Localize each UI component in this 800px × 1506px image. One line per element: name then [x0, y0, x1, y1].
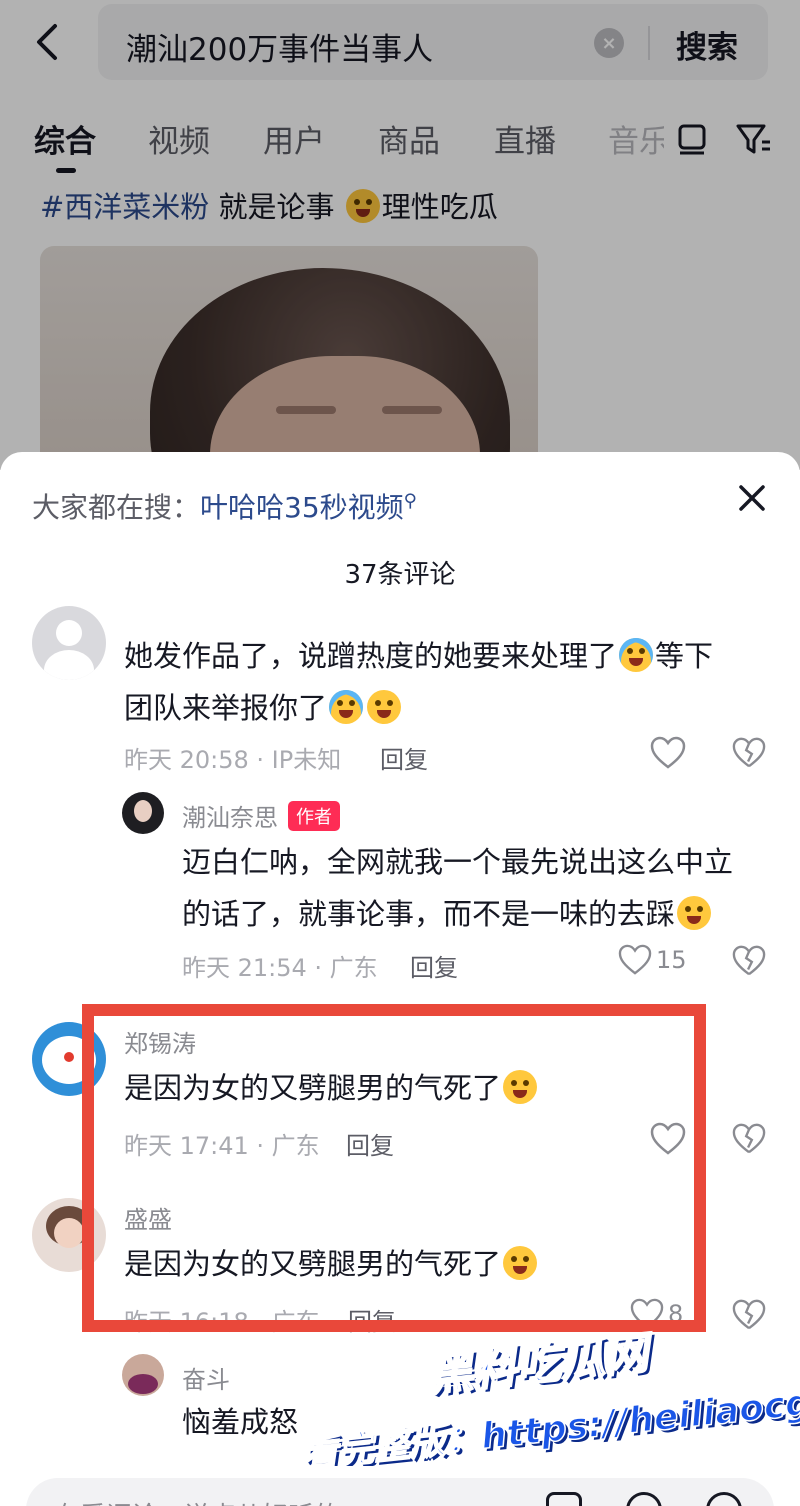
- heart-icon: [618, 944, 652, 975]
- author-badge: 作者: [288, 801, 340, 831]
- avatar[interactable]: [122, 792, 164, 834]
- comment-meta: 昨天 20:58 · IP未知: [124, 746, 342, 774]
- laugh-cry-emoji-icon: [619, 638, 654, 672]
- comment-meta: 昨天 21:54 · 广东: [182, 954, 378, 982]
- avatar-face: [54, 1218, 84, 1248]
- avatar[interactable]: [32, 606, 106, 680]
- comment-text: 她发作品了，说蹭热度的她要来处理了 等下 团队来举报你了: [124, 630, 764, 734]
- thinking-emoji-icon: [677, 896, 712, 930]
- reply-button[interactable]: 回复: [380, 740, 428, 775]
- comment-input-placeholder: 有爱评论，说点儿好听的~: [54, 1496, 362, 1506]
- image-icon[interactable]: [546, 1492, 582, 1506]
- comment-line: 她发作品了，说蹭热度的她要来处理了: [124, 639, 618, 673]
- broken-heart-icon[interactable]: [732, 944, 766, 978]
- emoji-icon[interactable]: [706, 1492, 742, 1506]
- like-button[interactable]: 15: [618, 944, 687, 976]
- comment-author: 潮汕奈思 作者: [182, 798, 340, 833]
- modal-overlay[interactable]: [0, 0, 800, 470]
- close-button[interactable]: [730, 476, 774, 520]
- hot-search: 大家都在搜：叶哈哈35秒视频⚲: [32, 486, 417, 526]
- comment-author-name[interactable]: 潮汕奈思: [182, 804, 278, 832]
- hot-search-prefix: 大家都在搜：: [32, 491, 201, 524]
- laugh-emoji-icon: [367, 690, 402, 724]
- comment-count: 37条评论: [344, 560, 456, 590]
- comment-sheet: 大家都在搜：叶哈哈35秒视频⚲ 37条评论 她发作品了，说蹭热度的她要来处理了 等…: [0, 452, 800, 1506]
- broken-heart-icon[interactable]: [732, 1298, 766, 1332]
- comment-line: 的话了，就事论事，而不是一味的去踩: [182, 897, 676, 931]
- search-small-icon: ⚲: [403, 490, 417, 512]
- comment-author-name[interactable]: 奋斗: [182, 1360, 230, 1395]
- comment-input[interactable]: 有爱评论，说点儿好听的~: [26, 1478, 774, 1506]
- like-count: 15: [656, 946, 687, 974]
- avatar-nose: [64, 1052, 74, 1062]
- comment-text: 迈白仁呐，全网就我一个最先说出这么中立 的话了，就事论事，而不是一味的去踩: [182, 836, 762, 940]
- avatar-placeholder-body: [44, 650, 94, 680]
- comment-line: 团队来举报你了: [124, 691, 328, 725]
- close-icon: [739, 485, 765, 511]
- hot-search-link[interactable]: 叶哈哈35秒视频: [200, 491, 404, 524]
- broken-heart-icon[interactable]: [732, 1122, 766, 1156]
- search-results-page: 潮汕200万事件当事人 × 搜索 综合 视频 用户 商品 直播 音乐 #西洋菜米…: [0, 0, 800, 476]
- avatar-detail: [128, 1374, 158, 1394]
- avatar-placeholder-head: [56, 620, 82, 646]
- heart-icon[interactable]: [650, 736, 686, 770]
- avatar[interactable]: [122, 1354, 164, 1396]
- mention-icon[interactable]: [626, 1492, 662, 1506]
- highlight-frame: [82, 1004, 706, 1332]
- broken-heart-icon[interactable]: [732, 736, 766, 770]
- reply-button[interactable]: 回复: [410, 948, 458, 983]
- avatar-face: [134, 800, 152, 822]
- comment-line: 等下: [655, 639, 714, 673]
- comment-line: 迈白仁呐，全网就我一个最先说出这么中立: [182, 845, 734, 879]
- laugh-cry-emoji-icon: [329, 690, 364, 724]
- comment-input-bar: 有爱评论，说点儿好听的~: [0, 1466, 800, 1506]
